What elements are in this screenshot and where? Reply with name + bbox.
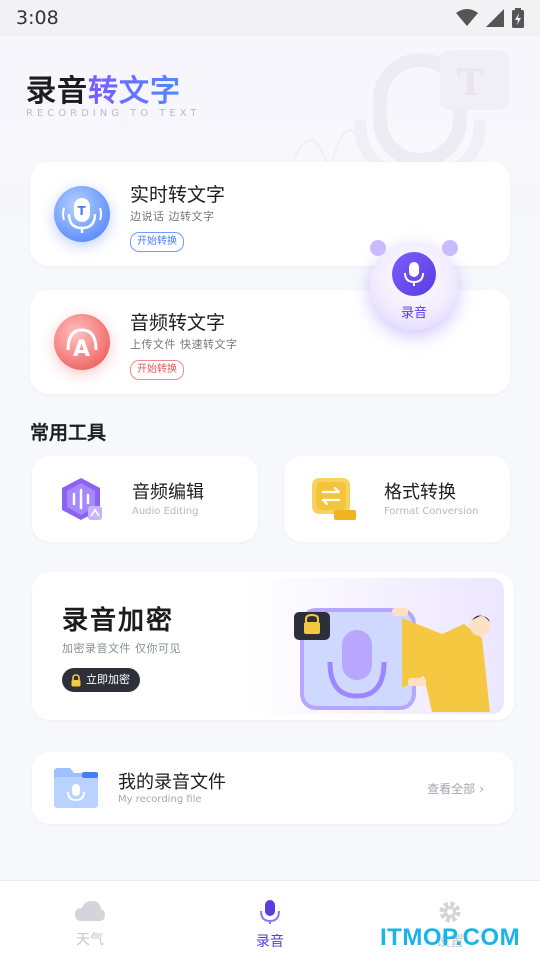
gear-icon [439, 901, 461, 923]
banner-title: 录音加密 [62, 606, 175, 636]
app-title-part1: 录音 [26, 74, 88, 109]
svg-text:T: T [457, 62, 484, 104]
hero-microphone-decoration: T [290, 50, 510, 180]
encrypt-now-label: 立即加密 [86, 673, 130, 686]
realtime-start-button[interactable]: 开始转换 [130, 232, 184, 252]
realtime-transcribe-title: 实时转文字 [130, 184, 226, 206]
audio-edit-card[interactable]: 音频编辑 Audio Editing [32, 456, 258, 542]
audio-start-button[interactable]: 开始转换 [130, 360, 184, 380]
nav-label-record: 录音 [256, 934, 284, 950]
nav-item-weather[interactable]: 天气 [0, 881, 180, 961]
tools-section-title: 常用工具 [30, 422, 107, 444]
format-convert-subtitle: Format Conversion [384, 506, 479, 517]
record-fab-label: 录音 [400, 306, 427, 321]
battery-icon [512, 8, 524, 28]
banner-desc: 加密录音文件 仅你可见 [62, 642, 181, 655]
format-convert-card[interactable]: 格式转换 Format Conversion [284, 456, 510, 542]
encrypt-now-button[interactable]: 立即加密 [62, 668, 140, 692]
app-subtitle: RECORDING TO TEXT [26, 108, 201, 119]
app-title-part2: 转文字 [88, 74, 181, 109]
encrypt-banner[interactable]: 录音加密 加密录音文件 仅你可见 立即加密 [32, 572, 514, 720]
my-recording-files-card[interactable]: 我的录音文件 My recording file 查看全部 › [32, 752, 514, 824]
status-time: 3:08 [16, 7, 59, 29]
status-icons [456, 8, 524, 28]
microphone-t-icon: T [54, 186, 110, 242]
view-all-label: 查看全部 [427, 782, 476, 796]
fab-ear-right [442, 240, 458, 256]
microphone-icon [260, 900, 280, 924]
watermark: ITMOP.COM [380, 924, 521, 951]
format-convert-icon [312, 478, 356, 520]
fab-ear-left [370, 240, 386, 256]
my-recording-files-title: 我的录音文件 [118, 772, 226, 793]
audio-transcribe-title: 音频转文字 [130, 312, 226, 334]
signal-icon [486, 9, 504, 27]
my-recording-files-subtitle: My recording file [118, 794, 202, 805]
wifi-icon [456, 9, 478, 26]
audio-edit-title: 音频编辑 [132, 482, 204, 503]
audio-transcribe-desc: 上传文件 快速转文字 [130, 338, 238, 351]
status-bar: 3:08 [0, 0, 540, 36]
microphone-icon [392, 252, 436, 296]
realtime-transcribe-desc: 边说话 边转文字 [130, 210, 215, 223]
lock-icon [71, 673, 81, 686]
folder-microphone-icon [54, 768, 98, 808]
view-all-link[interactable]: 查看全部 › [427, 780, 484, 797]
app-content: T 录音转文字 RECORDING TO TEXT T 实时转文字 边说话 边转… [0, 36, 540, 880]
encrypt-illustration [242, 578, 504, 714]
audio-edit-icon [62, 478, 102, 520]
app-title: 录音转文字 [26, 66, 181, 110]
format-convert-title: 格式转换 [384, 482, 456, 503]
audio-edit-subtitle: Audio Editing [132, 506, 199, 517]
chevron-right-icon: › [479, 782, 484, 796]
svg-text:A: A [73, 337, 90, 362]
svg-text:T: T [78, 204, 87, 218]
nav-label-weather: 天气 [76, 932, 104, 948]
record-fab-button[interactable]: 录音 [370, 240, 458, 330]
nav-item-record[interactable]: 录音 [180, 881, 360, 961]
audio-a-icon: A [54, 314, 110, 370]
cloud-icon [75, 901, 105, 921]
